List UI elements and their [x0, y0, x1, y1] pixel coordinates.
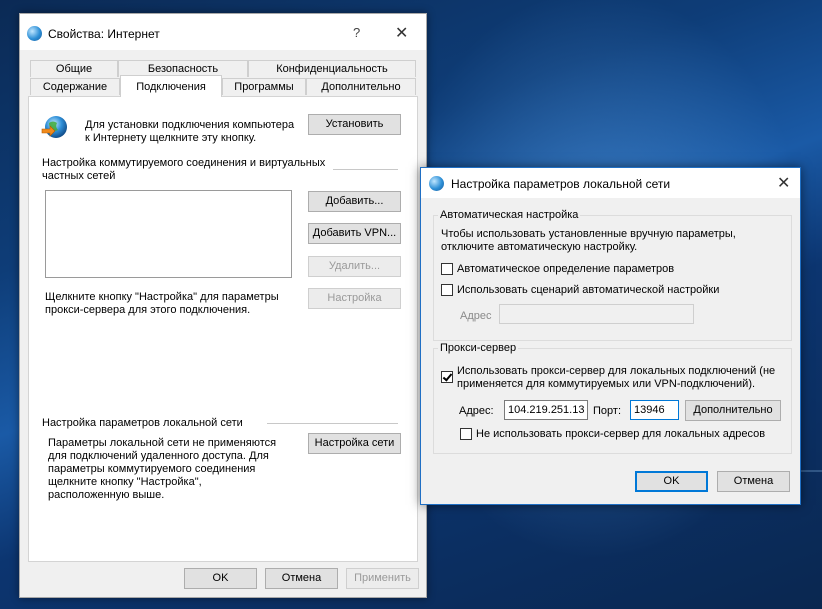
close-icon[interactable]: ✕	[777, 173, 790, 193]
setup-button[interactable]: Установить	[308, 114, 401, 135]
setup-text-line-1: Для установки подключения компьютера	[85, 119, 295, 131]
remove-button[interactable]: Удалить...	[308, 256, 401, 277]
bypass-local-checkbox[interactable]	[460, 428, 472, 440]
auto-script-checkbox[interactable]	[441, 284, 453, 296]
internet-globe-icon	[27, 26, 42, 41]
setup-text-line-2: к Интернету щелкните эту кнопку.	[85, 132, 257, 144]
lan-separator	[267, 423, 398, 424]
title-bar: Свойства: Интернет ? ✕	[20, 14, 426, 50]
dialog-title: Свойства: Интернет	[48, 27, 160, 41]
connections-listbox[interactable]	[45, 190, 292, 278]
dialup-settings-button[interactable]: Настройка	[308, 288, 401, 309]
internet-globe-icon	[429, 176, 444, 191]
ok-button[interactable]: OK	[184, 568, 257, 589]
tab-general[interactable]: Общие	[30, 60, 118, 77]
proxy-hint-line-1: Щелкните кнопку "Настройка" для параметр…	[45, 291, 279, 303]
tab-privacy[interactable]: Конфиденциальность	[248, 60, 416, 77]
lan-settings-dialog: Настройка параметров локальной сети ✕ Ав…	[420, 167, 801, 505]
tab-advanced[interactable]: Дополнительно	[306, 78, 416, 95]
proxy-server-group-label: Прокси-сервер	[438, 342, 519, 354]
lan-header: Настройка параметров локальной сети	[42, 417, 243, 429]
proxy-address-input[interactable]: 104.219.251.13	[504, 400, 588, 420]
tab-programs[interactable]: Программы	[222, 78, 306, 95]
bypass-local-label[interactable]: Не использовать прокси-сервер для локаль…	[476, 428, 765, 441]
lan-text-line-4: щелкните кнопку "Настройка",	[48, 476, 202, 488]
advanced-button[interactable]: Дополнительно	[685, 400, 781, 421]
port-label: Порт:	[593, 405, 621, 417]
close-icon[interactable]: ✕	[395, 23, 408, 43]
tab-content[interactable]: Содержание	[30, 78, 120, 95]
lan-text-line-2: для подключений удаленного доступа. Для	[48, 450, 269, 462]
proxy-address-label: Адрес:	[459, 405, 494, 417]
use-proxy-label-line-2[interactable]: применяется для коммутируемых или VPN-по…	[457, 378, 755, 391]
dialup-header-line-1: Настройка коммутируемого соединения и ви…	[42, 157, 326, 169]
auto-config-group-label: Автоматическая настройка	[438, 209, 581, 221]
lan-text-line-5: расположенную выше.	[48, 489, 165, 501]
internet-properties-dialog: Свойства: Интернет ? ✕ Общие Безопасност…	[19, 13, 427, 598]
lan-title-bar: Настройка параметров локальной сети ✕	[421, 168, 800, 198]
apply-button[interactable]: Применить	[346, 568, 419, 589]
add-vpn-button[interactable]: Добавить VPN...	[308, 223, 401, 244]
desktop-light-ray	[800, 470, 822, 472]
help-button[interactable]: ?	[353, 25, 360, 40]
tab-connections[interactable]: Подключения	[120, 75, 222, 97]
lan-settings-button[interactable]: Настройка сети	[308, 433, 401, 454]
lan-dialog-title: Настройка параметров локальной сети	[451, 177, 671, 191]
proxy-hint-line-2: прокси-сервера для этого подключения.	[45, 304, 251, 316]
cancel-button[interactable]: Отмена	[265, 568, 338, 589]
auto-config-text-line-2: отключите автоматическую настройку.	[441, 241, 638, 253]
auto-detect-label[interactable]: Автоматическое определение параметров	[457, 263, 674, 276]
script-address-input[interactable]	[499, 304, 694, 324]
port-input[interactable]: 13946	[630, 400, 679, 420]
lan-ok-button[interactable]: OK	[635, 471, 708, 492]
use-proxy-label-line-1[interactable]: Использовать прокси-сервер для локальных…	[457, 365, 775, 378]
script-address-label: Адрес	[460, 310, 492, 322]
connect-wizard-icon	[41, 116, 67, 138]
add-button[interactable]: Добавить...	[308, 191, 401, 212]
auto-script-label[interactable]: Использовать сценарий автоматической нас…	[457, 284, 719, 297]
lan-text-line-3: параметры коммутируемого соединения	[48, 463, 256, 475]
use-proxy-checkbox[interactable]	[441, 371, 453, 383]
dialup-header-line-2: частных сетей	[42, 170, 116, 182]
auto-detect-checkbox[interactable]	[441, 263, 453, 275]
lan-cancel-button[interactable]: Отмена	[717, 471, 790, 492]
dialup-separator	[333, 169, 398, 170]
auto-config-text-line-1: Чтобы использовать установленные вручную…	[441, 228, 736, 240]
lan-text-line-1: Параметры локальной сети не применяются	[48, 437, 277, 449]
